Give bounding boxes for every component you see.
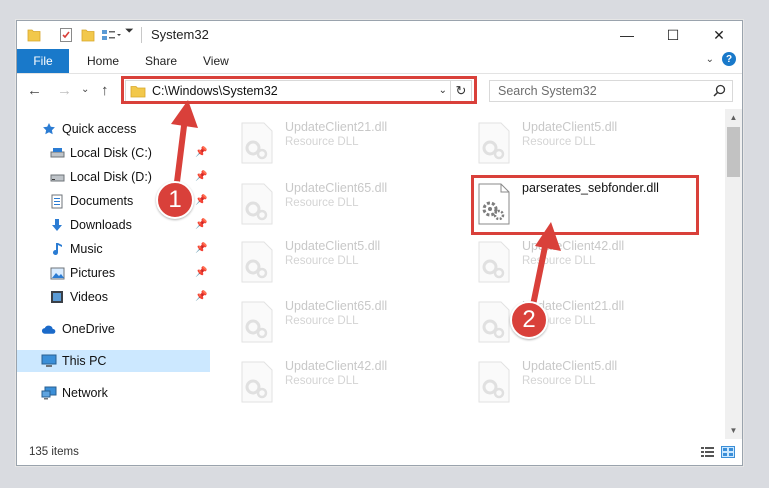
arrow-1-head [171, 100, 198, 128]
annotation-arrows [171, 100, 561, 313]
arrow-2-head [535, 222, 561, 251]
step-1-badge: 1 [156, 181, 194, 219]
step-2-badge: 2 [510, 301, 548, 339]
